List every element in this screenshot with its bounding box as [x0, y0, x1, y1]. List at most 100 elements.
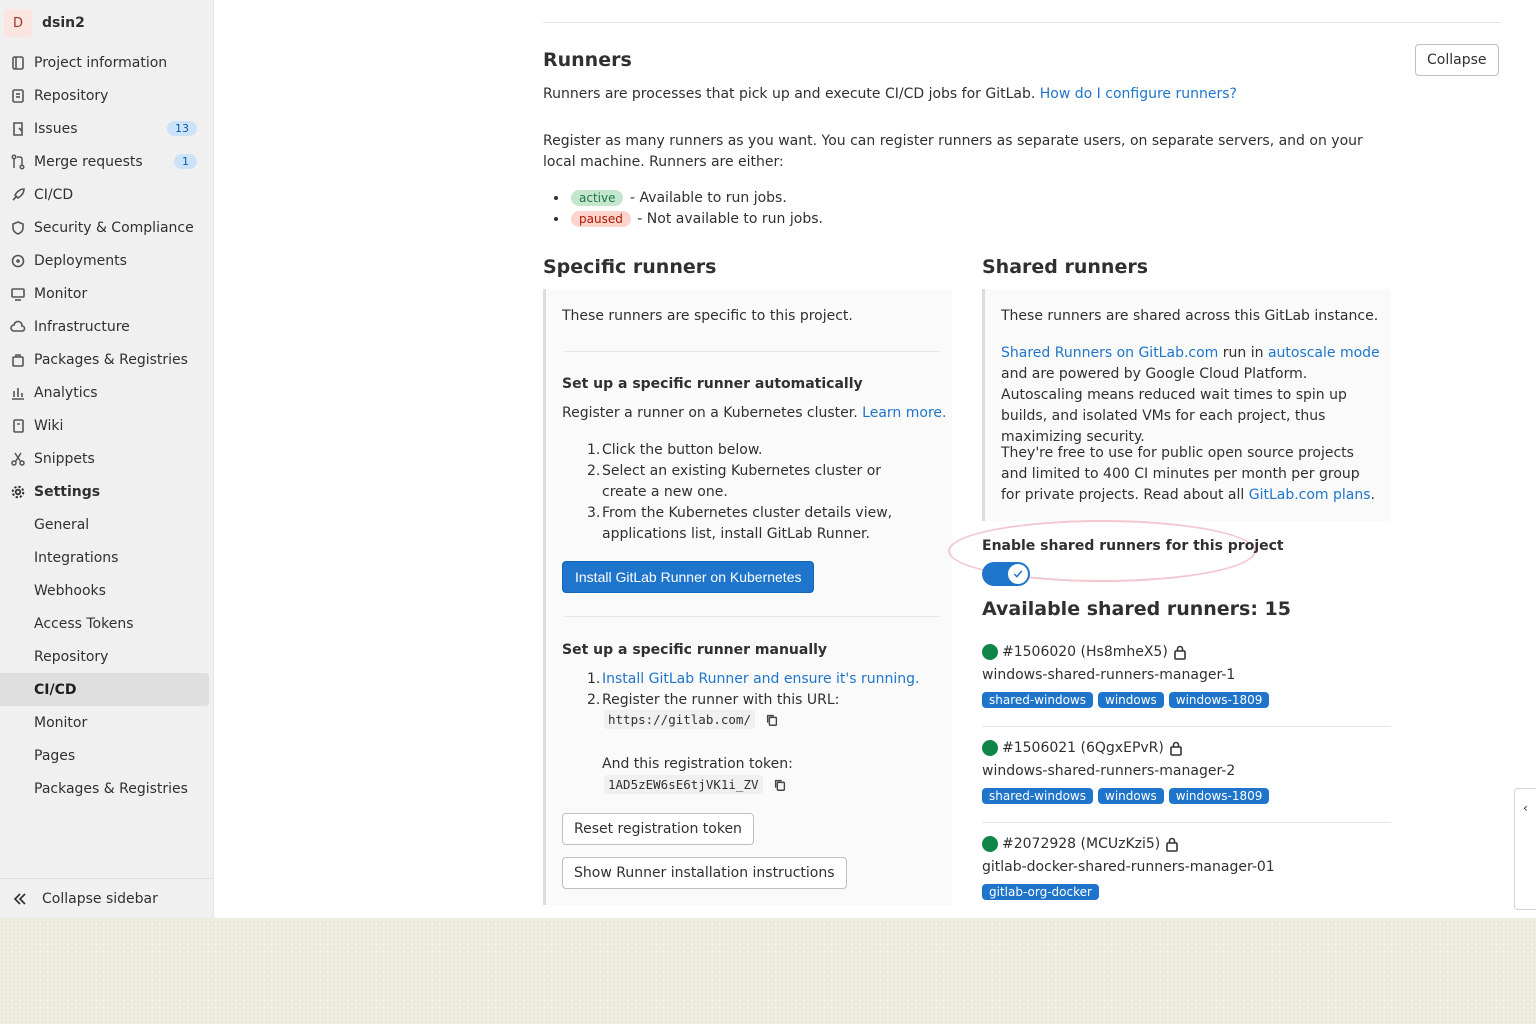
- autoscale-link[interactable]: autoscale mode: [1268, 345, 1380, 361]
- runner-tag: windows-1809: [1168, 692, 1270, 708]
- sidebar-item-label: Snippets: [34, 450, 95, 467]
- settings-repository[interactable]: Repository: [0, 640, 213, 673]
- sidebar-item-label: Merge requests: [34, 153, 143, 170]
- runner-tag: windows-1809: [1168, 788, 1270, 804]
- sidebar-item-label: Infrastructure: [34, 318, 130, 335]
- sidebar-item-label: Security & Compliance: [34, 219, 194, 236]
- show-instructions-button[interactable]: Show Runner installation instructions: [562, 857, 847, 889]
- book-icon: [9, 417, 26, 434]
- auto-steps: 1. Click the button below. 2. Select an ex…: [587, 440, 922, 545]
- online-status-icon: [982, 836, 998, 852]
- divider: [982, 726, 1391, 727]
- settings-packages[interactable]: Packages & Registries: [0, 772, 213, 805]
- runner-tag: windows: [1098, 692, 1164, 708]
- shared-intro: These runners are shared across this Git…: [1001, 308, 1379, 324]
- sidebar-item-settings[interactable]: Settings: [0, 475, 213, 508]
- manual-steps: 1. Install GitLab Runner and ensure it's …: [587, 669, 922, 711]
- project-header[interactable]: D dsin2: [0, 0, 213, 46]
- reset-token-button[interactable]: Reset registration token: [562, 813, 754, 845]
- copy-url-icon[interactable]: [765, 713, 779, 727]
- settings-pages[interactable]: Pages: [0, 739, 213, 772]
- issues-count-badge: 13: [167, 121, 197, 136]
- available-runners-title: Available shared runners: 15: [982, 598, 1291, 620]
- sidebar-item-packages[interactable]: Packages & Registries: [0, 343, 213, 376]
- sidebar-item-wiki[interactable]: Wiki: [0, 409, 213, 442]
- collapse-sidebar-button[interactable]: Collapse sidebar: [0, 878, 214, 918]
- settings-integrations[interactable]: Integrations: [0, 541, 213, 574]
- sidebar-item-label: CI/CD: [34, 186, 74, 203]
- settings-general[interactable]: General: [0, 508, 213, 541]
- specific-runners-title: Specific runners: [543, 256, 717, 278]
- sidebar-item-deployments[interactable]: Deployments: [0, 244, 213, 277]
- copy-token-icon[interactable]: [773, 778, 787, 792]
- runner-id: #1506020 (Hs8mheX5): [1002, 644, 1168, 660]
- divider: [982, 822, 1391, 823]
- sidebar-item-label: Wiki: [34, 417, 64, 434]
- runner-tags: shared-windows windows windows-1809: [982, 692, 1391, 708]
- monitor-icon: [9, 285, 26, 302]
- sidebar-item-security[interactable]: Security & Compliance: [0, 211, 213, 244]
- sidebar-item-merge-requests[interactable]: Merge requests 1: [0, 145, 213, 178]
- sidebar-item-label: Settings: [34, 483, 101, 500]
- runner-name: gitlab-docker-shared-runners-manager-01: [982, 859, 1275, 875]
- settings-submenu: General Integrations Webhooks Access Tok…: [0, 508, 213, 805]
- rocket-icon: [9, 186, 26, 203]
- configure-runners-link[interactable]: How do I configure runners?: [1040, 86, 1237, 102]
- double-chevron-left-icon: [12, 891, 28, 907]
- divider: [565, 616, 939, 617]
- settings-webhooks[interactable]: Webhooks: [0, 574, 213, 607]
- shared-runners-toggle[interactable]: [982, 562, 1030, 586]
- runner-tag: windows: [1098, 788, 1164, 804]
- check-icon: [1008, 564, 1028, 584]
- sidebar-item-snippets[interactable]: Snippets: [0, 442, 213, 475]
- project-info-icon: [9, 54, 26, 71]
- install-runner-link[interactable]: Install GitLab Runner and ensure it's ru…: [602, 671, 919, 687]
- sidebar-item-monitor[interactable]: Monitor: [0, 277, 213, 310]
- step-text: Select an existing Kubernetes cluster or…: [602, 463, 882, 500]
- step-text: Register the runner with this URL:: [602, 692, 840, 708]
- list-item: paused - Not available to run jobs.: [569, 209, 823, 230]
- runner-item: #2072928 (MCUzKzi5) gitlab-docker-shared…: [982, 834, 1391, 900]
- sidebar-item-label: Repository: [34, 87, 109, 104]
- runner-tag: shared-windows: [982, 788, 1093, 804]
- shared-pricing: They're free to use for public open sour…: [1001, 445, 1375, 503]
- divider: [565, 351, 939, 352]
- gitlab-plans-link[interactable]: GitLab.com plans: [1249, 487, 1371, 503]
- install-kubernetes-button[interactable]: Install GitLab Runner on Kubernetes: [562, 561, 815, 593]
- active-badge: active: [571, 190, 624, 206]
- settings-cicd[interactable]: CI/CD: [0, 673, 209, 706]
- project-avatar: D: [4, 9, 32, 37]
- auto-setup-desc: Register a runner on a Kubernetes cluste…: [562, 405, 858, 421]
- runner-tag: shared-windows: [982, 692, 1093, 708]
- settings-access-tokens[interactable]: Access Tokens: [0, 607, 213, 640]
- chart-icon: [9, 384, 26, 401]
- shared-description: Shared Runners on GitLab.com run in auto…: [1001, 343, 1381, 448]
- sidebar-item-analytics[interactable]: Analytics: [0, 376, 213, 409]
- sidebar-item-label: Issues: [34, 120, 78, 137]
- project-name: dsin2: [42, 15, 85, 31]
- collapse-sidebar-label: Collapse sidebar: [42, 890, 158, 907]
- runner-name: windows-shared-runners-manager-1: [982, 667, 1236, 683]
- state-desc: - Not available to run jobs.: [637, 211, 823, 227]
- sidebar-item-project-information[interactable]: Project information: [0, 46, 213, 79]
- shared-runners-title: Shared runners: [982, 256, 1149, 278]
- repository-icon: [9, 87, 26, 104]
- list-item: 2. Select an existing Kubernetes cluster …: [587, 463, 882, 500]
- sidebar-item-repository[interactable]: Repository: [0, 79, 213, 112]
- step-text: From the Kubernetes cluster details view…: [602, 505, 893, 542]
- collapse-button[interactable]: Collapse: [1415, 44, 1499, 76]
- paused-badge: paused: [571, 211, 631, 227]
- side-panel-edge[interactable]: ‹: [1514, 788, 1536, 910]
- sidebar-item-cicd[interactable]: CI/CD: [0, 178, 213, 211]
- lock-icon: [1165, 837, 1179, 852]
- list-item: 2. Register the runner with this URL:: [587, 692, 840, 708]
- shared-runners-link[interactable]: Shared Runners on GitLab.com: [1001, 345, 1218, 361]
- runner-id: #1506021 (6QgxEPvR): [1002, 740, 1164, 756]
- sidebar-item-infrastructure[interactable]: Infrastructure: [0, 310, 213, 343]
- learn-more-link[interactable]: Learn more.: [862, 405, 946, 421]
- settings-monitor[interactable]: Monitor: [0, 706, 213, 739]
- scissors-icon: [9, 450, 26, 467]
- state-desc: - Available to run jobs.: [629, 190, 787, 206]
- sidebar-item-issues[interactable]: Issues 13: [0, 112, 213, 145]
- cloud-icon: [9, 318, 26, 335]
